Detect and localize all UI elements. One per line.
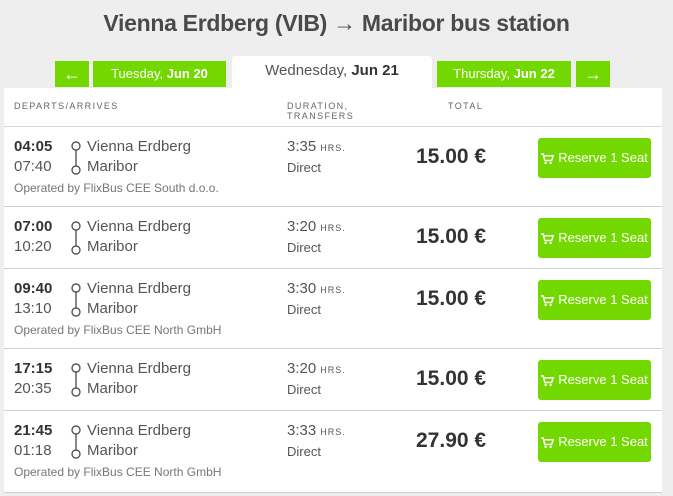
destination-stop: Maribor (87, 300, 138, 317)
tab-date: Jun 21 (351, 62, 399, 79)
origin-stop: Vienna Erdberg (87, 218, 191, 235)
transfers-label: Direct (287, 240, 321, 255)
reserve-seat-button[interactable]: Reserve 1 Seat (538, 280, 651, 320)
route-connector-icon (71, 221, 81, 255)
origin-stop: Vienna Erdberg (87, 280, 191, 297)
trip-row: 07:00 10:20 Vienna Erdberg Maribor 3:20 H… (4, 207, 662, 269)
cart-icon (541, 294, 555, 306)
route-connector-icon (71, 283, 81, 317)
tab-next-day[interactable]: Thursday, Jun 22 (437, 61, 571, 87)
arrival-time: 07:40 (14, 158, 52, 175)
route-connector-icon (71, 425, 81, 459)
hours-unit: HRS. (320, 427, 346, 437)
column-header-departs-arrives: DEPARTS/ARRIVES (14, 101, 119, 111)
departure-time: 17:15 (14, 360, 53, 377)
trip-row: 09:40 13:10 Vienna Erdberg Maribor Opera… (4, 269, 662, 349)
previous-day-arrow-button[interactable]: ← (55, 61, 89, 87)
transfers-label: Direct (287, 160, 321, 175)
duration-value: 3:20 (287, 218, 317, 235)
hours-unit: HRS. (320, 223, 346, 233)
reserve-seat-button[interactable]: Reserve 1 Seat (538, 360, 651, 400)
next-day-arrow-button[interactable]: → (576, 61, 610, 87)
arrival-time: 20:35 (14, 380, 52, 397)
transfers-label: Direct (287, 302, 321, 317)
trip-price: 15.00 € (416, 367, 487, 390)
departure-time: 04:05 (14, 138, 53, 155)
column-header-duration: DURATION, TRANSFERS (287, 101, 354, 121)
departure-time: 09:40 (14, 280, 53, 297)
departure-time: 21:45 (14, 422, 53, 439)
page-title: Vienna Erdberg (VIB) → Maribor bus stati… (103, 10, 570, 36)
trip-price: 27.90 € (416, 429, 487, 452)
trip-duration: 3:30 HRS. (287, 280, 346, 297)
results-panel: DEPARTS/ARRIVES DURATION, TRANSFERS TOTA… (4, 88, 662, 493)
origin-stop: Vienna Erdberg (87, 360, 191, 377)
column-header-duration-line: DURATION, (287, 101, 349, 111)
trip-price: 15.00 € (416, 225, 487, 248)
transfers-label: Direct (287, 382, 321, 397)
departure-time: 07:00 (14, 218, 53, 235)
tab-weekday: Wednesday, (265, 62, 352, 79)
operator-note: Operated by FlixBus CEE South d.o.o. (14, 181, 219, 195)
trip-price: 15.00 € (416, 145, 487, 168)
duration-value: 3:30 (287, 280, 317, 297)
cart-icon (541, 152, 555, 164)
hours-unit: HRS. (320, 143, 346, 153)
hours-unit: HRS. (320, 365, 346, 375)
column-header-transfers-line: TRANSFERS (287, 111, 355, 121)
operator-note: Operated by FlixBus CEE North GmbH (14, 465, 222, 479)
arrival-time: 10:20 (14, 238, 52, 255)
trip-duration: 3:33 HRS. (287, 422, 346, 439)
hours-unit: HRS. (320, 285, 346, 295)
reserve-button-label: Reserve 1 Seat (558, 150, 648, 165)
cart-icon (541, 374, 555, 386)
duration-value: 3:35 (287, 138, 317, 155)
trip-row: 04:05 07:40 Vienna Erdberg Maribor Opera… (4, 127, 662, 207)
trip-row: 21:45 01:18 Vienna Erdberg Maribor Opera… (4, 411, 662, 493)
destination-stop: Maribor (87, 238, 138, 255)
tab-date: Jun 20 (166, 66, 208, 81)
trip-duration: 3:20 HRS. (287, 218, 346, 235)
trip-duration: 3:20 HRS. (287, 360, 346, 377)
tab-current-day: Wednesday, Jun 21 (232, 56, 432, 90)
trip-duration: 3:35 HRS. (287, 138, 346, 155)
arrival-time: 01:18 (14, 442, 52, 459)
cart-icon (541, 436, 555, 448)
tab-previous-day[interactable]: Tuesday, Jun 20 (93, 61, 226, 87)
tab-date: Jun 22 (513, 66, 555, 81)
arrival-time: 13:10 (14, 300, 52, 317)
destination-stop: Maribor (87, 158, 138, 175)
reserve-seat-button[interactable]: Reserve 1 Seat (538, 138, 651, 178)
route-connector-icon (71, 141, 81, 175)
reserve-button-label: Reserve 1 Seat (558, 434, 648, 449)
reserve-seat-button[interactable]: Reserve 1 Seat (538, 422, 651, 462)
origin-stop: Vienna Erdberg (87, 138, 191, 155)
trip-price: 15.00 € (416, 287, 487, 310)
tab-weekday: Thursday, (453, 66, 514, 81)
transfers-label: Direct (287, 444, 321, 459)
destination-stop: Maribor (87, 442, 138, 459)
duration-value: 3:20 (287, 360, 317, 377)
reserve-button-label: Reserve 1 Seat (558, 372, 648, 387)
origin-stop: Vienna Erdberg (87, 422, 191, 439)
column-header-total: TOTAL (448, 101, 484, 111)
reserve-button-label: Reserve 1 Seat (558, 230, 648, 245)
reserve-button-label: Reserve 1 Seat (558, 292, 648, 307)
operator-note: Operated by FlixBus CEE North GmbH (14, 323, 222, 337)
trip-row: 17:15 20:35 Vienna Erdberg Maribor 3:20 H… (4, 349, 662, 411)
duration-value: 3:33 (287, 422, 317, 439)
tab-weekday: Tuesday, (111, 66, 167, 81)
route-connector-icon (71, 363, 81, 397)
reserve-seat-button[interactable]: Reserve 1 Seat (538, 218, 651, 258)
cart-icon (541, 232, 555, 244)
destination-stop: Maribor (87, 380, 138, 397)
